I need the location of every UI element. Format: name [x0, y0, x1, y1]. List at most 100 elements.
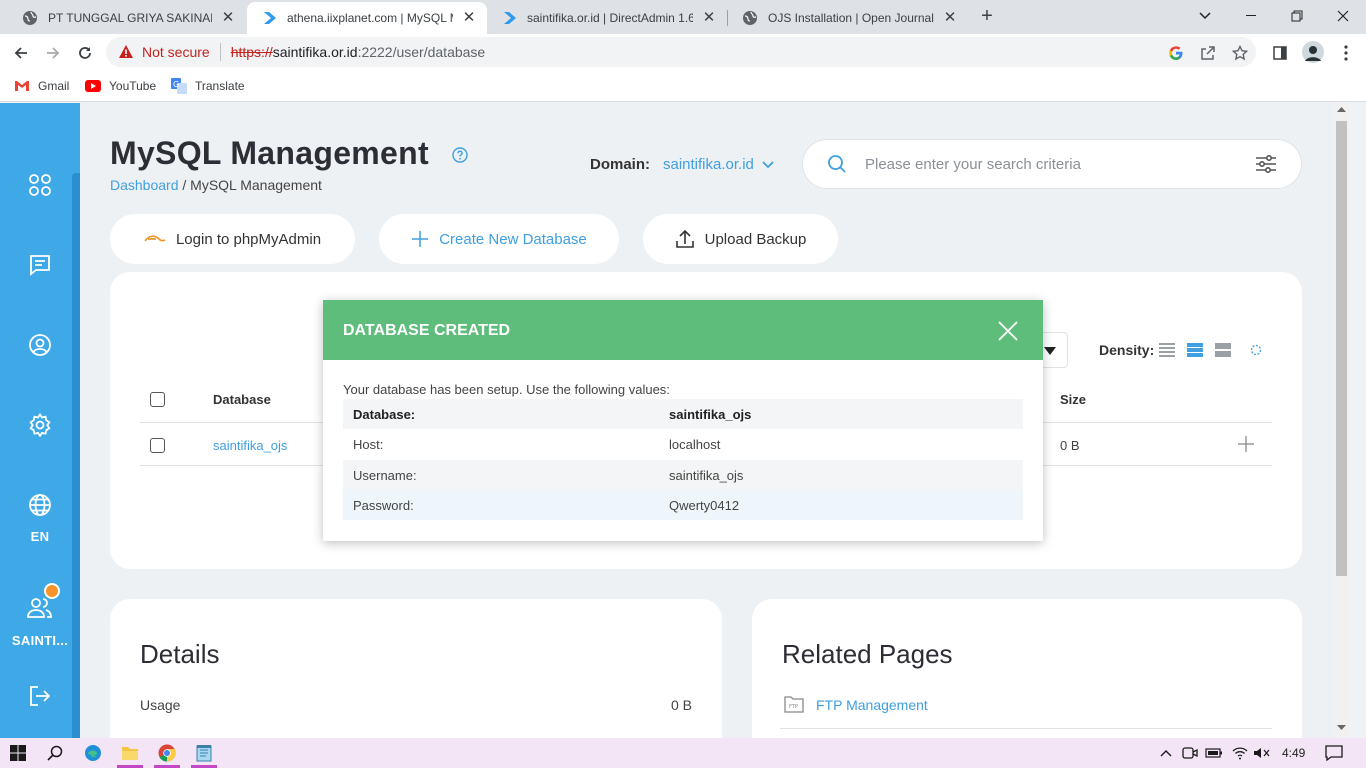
browser-tab-3[interactable]: saintifika.or.id | DirectAdmin 1.64 ✕ — [487, 2, 727, 34]
file-explorer-icon[interactable] — [118, 742, 142, 764]
message-icon — [30, 255, 50, 276]
expand-plus-icon[interactable] — [1238, 436, 1254, 452]
globe-icon — [22, 10, 38, 26]
close-icon[interactable] — [996, 319, 1020, 343]
reload-button[interactable] — [72, 40, 98, 66]
density-label: Density: — [1099, 342, 1155, 358]
scroll-up-icon[interactable] — [1337, 106, 1346, 112]
chrome-icon[interactable] — [155, 742, 179, 764]
sidebar-item-dashboard[interactable] — [0, 173, 80, 197]
row-checkbox[interactable] — [150, 438, 165, 453]
login-phpmyadmin-button[interactable]: Login to phpMyAdmin — [110, 214, 355, 264]
sidebar-item-logout[interactable] — [0, 685, 80, 707]
scrollbar-thumb[interactable] — [1336, 121, 1347, 576]
language-label: EN — [30, 529, 50, 544]
related-pages-card: Related Pages FTP FTP Management — [752, 599, 1302, 738]
restore-button[interactable] — [1274, 0, 1320, 32]
sidebar-item-language[interactable]: EN — [0, 493, 80, 544]
browser-tab-4[interactable]: OJS Installation | Open Journal Sy ✕ — [728, 2, 968, 34]
vertical-scrollbar[interactable] — [1334, 103, 1349, 738]
domain-label: Domain: — [590, 156, 650, 173]
menu-icon[interactable] — [1336, 43, 1356, 63]
details-title: Details — [140, 639, 220, 669]
density-normal-icon[interactable] — [1187, 342, 1203, 358]
clock[interactable]: 4:49 — [1282, 746, 1305, 760]
refresh-icon[interactable] — [1250, 344, 1262, 356]
search-icon — [828, 155, 846, 173]
density-compact-icon[interactable] — [1159, 342, 1175, 358]
new-tab-button[interactable]: + — [976, 6, 998, 28]
chevron-up-icon[interactable] — [1154, 742, 1178, 764]
column-header-database[interactable]: Database — [213, 392, 271, 407]
globe-icon — [742, 10, 758, 26]
minimize-button[interactable] — [1228, 0, 1274, 32]
database-link[interactable]: saintifika_ojs — [213, 438, 287, 453]
usage-value: 0 B — [670, 697, 692, 713]
back-button[interactable] — [8, 40, 34, 66]
sidebar-item-messages[interactable] — [0, 253, 80, 277]
notepad-icon[interactable] — [192, 742, 216, 764]
browser-tab-strip: PT TUNGGAL GRIYA SAKINAH - S ✕ athena.ii… — [0, 0, 1366, 34]
volume-muted-icon[interactable] — [1250, 742, 1274, 764]
sidebar-item-account[interactable] — [0, 333, 80, 357]
domain-select[interactable]: saintifika.or.id — [663, 156, 774, 173]
filter-icon[interactable] — [1255, 154, 1277, 174]
column-header-size[interactable]: Size — [1060, 392, 1086, 407]
bookmark-star-icon[interactable] — [1230, 43, 1250, 63]
gear-icon — [29, 413, 51, 437]
bookmark-youtube[interactable]: YouTube — [85, 77, 156, 95]
related-pages-title: Related Pages — [782, 639, 953, 669]
battery-icon[interactable] — [1202, 742, 1226, 764]
url-host: saintifika.or.id — [272, 44, 358, 60]
not-secure-label[interactable]: Not secure — [142, 44, 210, 60]
directadmin-icon — [261, 10, 277, 26]
dialog-row-host: Host: localhost — [353, 437, 721, 452]
sidebar-item-user[interactable]: SAINTI... — [0, 583, 80, 648]
windows-start-icon[interactable] — [6, 742, 30, 764]
browser-tab-1[interactable]: PT TUNGGAL GRIYA SAKINAH - S ✕ — [8, 2, 246, 34]
select-all-checkbox[interactable] — [150, 392, 165, 407]
ftp-management-link[interactable]: FTP Management — [816, 697, 928, 713]
dialog-row-database: Database: saintifika_ojs — [343, 399, 1023, 429]
browser-tab-2[interactable]: athena.iixplanet.com | MySQL Ma ✕ — [247, 2, 487, 34]
sidebar-item-settings[interactable] — [0, 413, 80, 437]
wifi-icon[interactable] — [1228, 742, 1252, 764]
breadcrumb-current: MySQL Management — [190, 177, 322, 193]
profile-avatar[interactable] — [1302, 41, 1324, 63]
close-icon[interactable]: ✕ — [701, 10, 717, 26]
close-window-button[interactable] — [1320, 0, 1366, 32]
svg-text:FTP: FTP — [789, 704, 798, 710]
chevron-down-icon — [762, 160, 774, 168]
side-panel-icon[interactable] — [1270, 43, 1290, 63]
user-circle-icon — [29, 334, 51, 356]
google-icon[interactable] — [1166, 43, 1186, 63]
user-label: SAINTI... — [11, 633, 69, 648]
tab-search-icon[interactable] — [1182, 0, 1228, 32]
close-icon[interactable]: ✕ — [942, 10, 958, 26]
density-comfortable-icon[interactable] — [1215, 342, 1231, 358]
share-icon[interactable] — [1198, 43, 1218, 63]
close-icon[interactable]: ✕ — [220, 10, 236, 26]
search-bar[interactable]: Please enter your search criteria — [802, 139, 1302, 189]
search-input[interactable]: Please enter your search criteria — [865, 156, 1255, 173]
scroll-down-icon[interactable] — [1337, 725, 1346, 731]
notifications-icon[interactable] — [1322, 742, 1346, 764]
help-icon[interactable] — [452, 147, 468, 163]
create-database-button[interactable]: Create New Database — [379, 214, 619, 264]
upload-backup-button[interactable]: Upload Backup — [643, 214, 838, 264]
edge-icon[interactable] — [81, 742, 105, 764]
breadcrumb-dashboard-link[interactable]: Dashboard — [110, 177, 179, 193]
usage-label: Usage — [140, 697, 181, 713]
address-bar[interactable]: Not secure https:// saintifika.or.id :22… — [106, 37, 1256, 67]
youtube-icon — [85, 78, 101, 94]
search-icon[interactable] — [43, 742, 67, 764]
sidebar: EN SAINTI... — [0, 103, 80, 738]
bookmark-translate[interactable]: G Translate — [171, 77, 245, 95]
notification-badge — [44, 583, 60, 599]
bookmark-gmail[interactable]: Gmail — [14, 77, 69, 95]
close-icon[interactable]: ✕ — [461, 10, 477, 26]
meet-now-icon[interactable] — [1178, 742, 1202, 764]
related-divider — [780, 728, 1272, 729]
url-scheme: https:// — [230, 44, 273, 60]
forward-button[interactable] — [40, 40, 66, 66]
